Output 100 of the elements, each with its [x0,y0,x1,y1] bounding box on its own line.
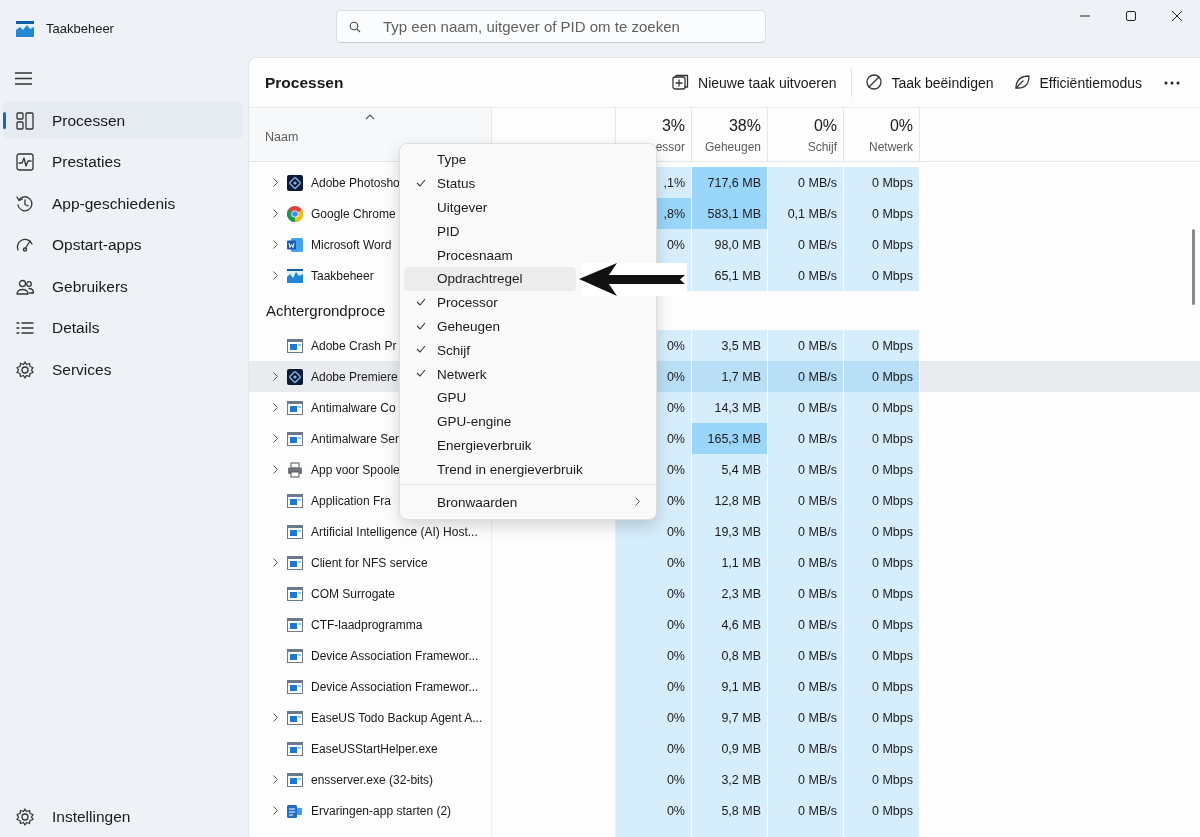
table-cell: 9,7 MB [692,702,768,733]
column-header[interactable]: essor [655,140,685,154]
menu-item[interactable]: Processor [404,290,652,315]
table-cell: 0 MB/s [768,392,844,423]
table-cell: 0 Mbps [844,485,920,516]
chevron-icon[interactable] [272,271,278,280]
chevron-icon[interactable] [272,240,278,249]
table-cell: 0 MB/s [768,702,844,733]
check-icon [416,345,426,354]
process-row[interactable]: COM Surrogate 0% 2,3 MB 0 MB/s 0 Mbps [249,578,1200,609]
maximize-icon [1125,10,1137,22]
window-title: Taakbeheer [46,21,115,36]
chevron-icon[interactable] [272,558,278,567]
table-cell: 0 Mbps [844,578,920,609]
chevron-icon[interactable] [272,209,278,218]
usage-percent: 3% [661,117,685,135]
menu-button[interactable] [15,72,32,85]
check-icon [416,297,426,306]
table-cell: 0 MB/s [768,229,844,260]
chevron-icon[interactable] [272,713,278,722]
table-cell: 14,3 MB [692,392,768,423]
users-icon [16,277,34,296]
table-cell: 0 Mbps [844,198,920,229]
table-cell: 0 MB/s [768,795,844,826]
document-icon [287,236,303,253]
process-name: Adobe Premiere [311,369,398,384]
process-row[interactable]: EaseUS Todo Backup Agent A... 0% 9,7 MB 0 MB/s 0 Mbps [249,702,1200,733]
sidebar-item[interactable]: App-geschiedenis [3,185,243,223]
process-name: Antimalware Ser [311,431,400,446]
table-cell: 12,8 MB [692,485,768,516]
process-row[interactable]: Client for NFS service 0% 1,1 MB 0 MB/s 0 Mbps [249,547,1200,578]
process-name: Google Chrome [311,206,396,221]
table-cell: 0 Mbps [844,361,920,392]
process-name: Device Association Framewor... [311,679,479,694]
table-cell: 0% [616,702,692,733]
table-cell: 0 MB/s [768,167,844,198]
chevron-icon[interactable] [272,372,278,381]
column-header[interactable]: Naam [265,130,299,144]
table-cell: 0 Mbps [844,764,920,795]
sidebar-item[interactable]: Processen [3,102,243,139]
window-icon [287,585,303,602]
process-name: COM Surrogate [311,586,396,601]
table-cell: 0 Mbps [844,330,920,361]
window-icon [287,399,303,416]
table-cell: 0 Mbps [844,516,920,547]
sidebar-item[interactable]: Gebruikers [3,268,243,306]
table-cell: 0 Mbps [844,423,920,454]
column-header[interactable]: Netwerk [869,140,913,154]
chevron-icon[interactable] [272,178,278,187]
table-cell: 0 MB/s [768,640,844,671]
process-row[interactable]: CTF-laadprogramma 0% 4,6 MB 0 MB/s 0 Mbps [249,609,1200,640]
toolbar-button[interactable]: Efficiëntiemodus [1003,65,1152,100]
toolbar-button[interactable]: Taak beëindigen [855,65,1004,100]
table-cell: 9,1 MB [692,671,768,702]
scrollbar-thumb[interactable] [1192,229,1195,305]
sidebar-item[interactable]: Services [3,351,243,389]
process-row[interactable]: Device Association Framewor... 0% 0,8 MB 0 MB/s 0 Mbps [249,640,1200,671]
close-icon [1171,10,1183,22]
process-name: Ervaringen-app starten (2) [311,803,452,818]
column-header[interactable]: Geheugen [704,140,761,154]
process-row[interactable]: Device Association Framewor... 0% 9,1 MB 0 MB/s 0 Mbps [249,671,1200,702]
process-name: EaseUSStartHelper.exe [311,741,438,756]
chevron-icon[interactable] [272,434,278,443]
table-cell: 0 MB/s [768,423,844,454]
table-cell: 98,0 MB [692,229,768,260]
chevron-icon[interactable] [272,806,278,815]
speedometer-icon [16,236,34,255]
menu-item[interactable]: Opdrachtregel [404,267,576,291]
printer-icon [287,461,303,478]
toolbar-button[interactable]: Nieuwe taak uitvoeren [662,65,847,100]
usage-percent: 0% [813,117,837,135]
chevron-icon[interactable] [272,775,278,784]
window-icon [287,740,303,757]
table-cell: 0 MB/s [768,733,844,764]
sidebar-item[interactable]: Details [3,309,243,347]
table-cell: 583,1 MB [692,198,768,229]
table-cell: 0% [616,516,692,547]
sidebar-item[interactable]: Prestaties [3,143,243,181]
chevron-icon [635,497,640,507]
process-name: CTF-laadprogramma [311,617,423,632]
table-cell: 0 Mbps [844,260,920,291]
dark-tile-icon [287,174,303,191]
search-field[interactable]: Typ een naam, uitgever of PID om te zoeken [336,10,766,43]
process-name: Antimalware Co [311,400,396,415]
prohibited-icon [865,74,883,91]
settings-item[interactable]: Instellingen [3,798,243,835]
process-row[interactable]: EaseUSStartHelper.exe 0% 0,9 MB 0 MB/s 0 Mbps [249,733,1200,764]
sort-caret-icon [365,114,375,120]
chevron-icon[interactable] [272,465,278,474]
process-row[interactable]: Ervaringen-app starten (2) 0% 5,8 MB 0 MB/s 0 Mbps [249,795,1200,826]
column-header[interactable]: Schijf [807,140,837,154]
table-cell: 0 Mbps [844,671,920,702]
table-cell: 0 Mbps [844,454,920,485]
process-row[interactable]: ensserver.exe (32-bits) 0% 3,2 MB 0 MB/s 0 Mbps [249,764,1200,795]
window-icon [287,771,303,788]
chevron-icon[interactable] [272,403,278,412]
table-cell: 0 MB/s [768,330,844,361]
table-cell: 0 Mbps [844,547,920,578]
sidebar-item[interactable]: Opstart-apps [3,226,243,264]
history-icon [16,194,34,213]
